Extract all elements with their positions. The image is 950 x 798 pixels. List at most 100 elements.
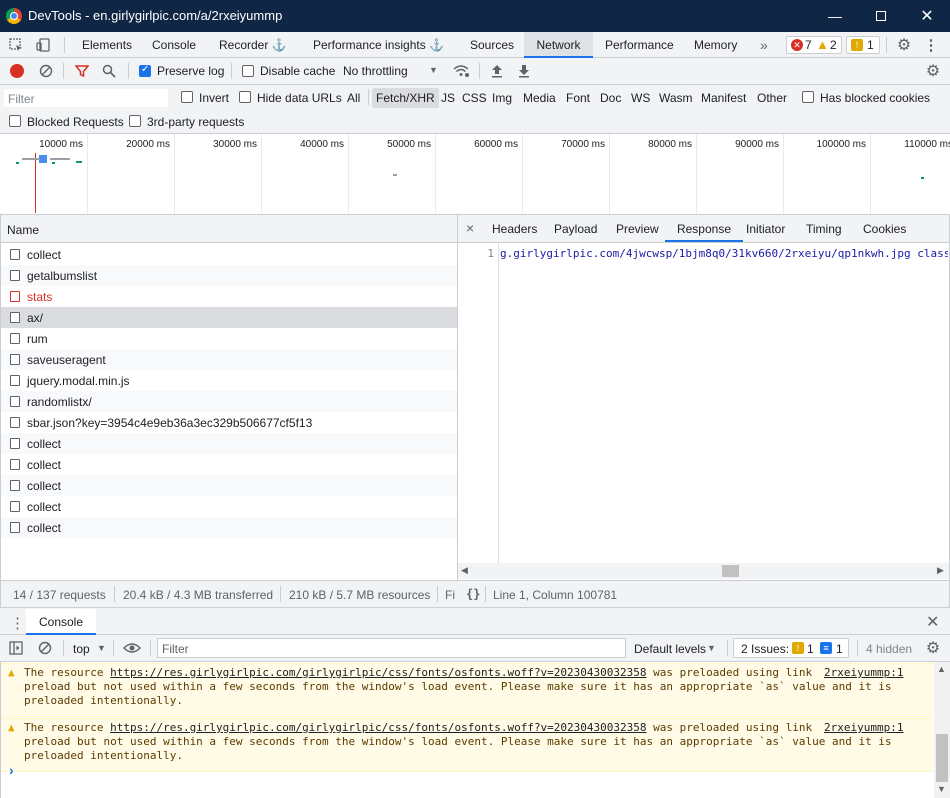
request-row[interactable]: collect bbox=[1, 475, 457, 496]
type-filter-fetch-xhr[interactable]: Fetch/XHR bbox=[372, 88, 439, 108]
tab-console[interactable]: Console bbox=[142, 32, 206, 58]
request-row[interactable]: stats bbox=[1, 286, 457, 307]
chevron-down-icon[interactable]: ▼ bbox=[429, 65, 438, 75]
scrollbar-thumb[interactable] bbox=[722, 565, 739, 577]
close-drawer-icon[interactable]: ✕ bbox=[926, 612, 939, 632]
maximize-icon[interactable] bbox=[858, 0, 904, 32]
request-row[interactable]: collect bbox=[1, 244, 457, 265]
request-row[interactable]: rum bbox=[1, 328, 457, 349]
request-row[interactable]: collect bbox=[1, 433, 457, 454]
context-select[interactable]: top bbox=[73, 642, 90, 656]
timeline-overview[interactable]: 10000 ms 20000 ms 30000 ms 40000 ms 50000 ms… bbox=[0, 134, 950, 215]
scroll-left-arrow-icon[interactable]: ◀ bbox=[461, 565, 468, 576]
scroll-down-arrow-icon[interactable]: ▼ bbox=[937, 784, 946, 794]
network-settings-gear-icon[interactable]: ⚙ bbox=[924, 62, 942, 80]
message-source-link[interactable]: 2rxeiyummp:1 bbox=[824, 721, 903, 734]
request-row[interactable]: collect bbox=[1, 454, 457, 475]
filter-input[interactable]: Filter bbox=[3, 88, 169, 108]
invert-checkbox[interactable] bbox=[181, 91, 193, 103]
request-row[interactable]: collect bbox=[1, 496, 457, 517]
more-options-icon[interactable]: ⋮ bbox=[922, 36, 940, 54]
type-filter-media[interactable]: Media bbox=[523, 91, 556, 105]
tab-performance[interactable]: Performance bbox=[595, 32, 684, 58]
preserve-log-checkbox[interactable] bbox=[139, 64, 151, 77]
type-filter-ws[interactable]: WS bbox=[631, 91, 650, 105]
settings-gear-icon[interactable]: ⚙ bbox=[895, 36, 913, 54]
response-body-text[interactable]: g.girlygirlpic.com/4jwcwsp/1bjm8q0/31kv6… bbox=[500, 247, 948, 260]
console-prompt-icon[interactable]: › bbox=[9, 762, 14, 778]
request-list-header[interactable]: Name bbox=[1, 215, 457, 243]
issues-counter[interactable]: ! 1 bbox=[846, 36, 880, 54]
throttling-select[interactable]: No throttling bbox=[343, 64, 408, 78]
resource-link[interactable]: https://res.girlygirlpic.com/girlygirlpi… bbox=[110, 721, 646, 734]
minimize-icon[interactable]: — bbox=[812, 0, 858, 32]
filter-funnel-icon[interactable] bbox=[74, 63, 90, 79]
import-har-upload-icon[interactable] bbox=[489, 63, 505, 79]
type-filter-js[interactable]: JS bbox=[441, 91, 455, 105]
request-row[interactable]: jquery.modal.min.js bbox=[1, 370, 457, 391]
search-icon[interactable] bbox=[101, 63, 117, 79]
clear-icon[interactable] bbox=[38, 63, 54, 79]
disable-cache-checkbox[interactable] bbox=[242, 65, 254, 77]
close-window-icon[interactable]: ✕ bbox=[904, 0, 950, 32]
request-row[interactable]: randomlistx/ bbox=[1, 391, 457, 412]
tab-cookies[interactable]: Cookies bbox=[853, 216, 916, 242]
scroll-right-arrow-icon[interactable]: ▶ bbox=[937, 565, 944, 576]
resource-link[interactable]: https://res.girlygirlpic.com/girlygirlpi… bbox=[110, 666, 646, 679]
type-filter-wasm[interactable]: Wasm bbox=[659, 91, 693, 105]
console-vertical-scrollbar[interactable]: ▲ ▼ bbox=[934, 662, 950, 798]
tab-memory[interactable]: Memory bbox=[684, 32, 747, 58]
scrollbar-thumb[interactable] bbox=[936, 734, 948, 782]
live-expression-eye-icon[interactable] bbox=[122, 640, 142, 656]
chevron-down-icon[interactable]: ▼ bbox=[97, 643, 106, 653]
message-source-link[interactable]: 2rxeiyummp:1 bbox=[824, 666, 903, 679]
type-filter-img[interactable]: Img bbox=[492, 91, 512, 105]
sidebar-toggle-icon[interactable] bbox=[8, 640, 24, 656]
tab-sources[interactable]: Sources bbox=[460, 32, 524, 58]
type-filter-all[interactable]: All bbox=[347, 91, 360, 105]
type-filter-other[interactable]: Other bbox=[757, 91, 787, 105]
tab-elements[interactable]: Elements bbox=[72, 32, 142, 58]
console-warning-message[interactable]: ▲ The resource https://res.girlygirlpic.… bbox=[1, 663, 933, 717]
console-settings-gear-icon[interactable]: ⚙ bbox=[924, 639, 942, 657]
tab-network[interactable]: Network bbox=[524, 32, 593, 58]
third-party-requests-checkbox[interactable] bbox=[129, 115, 141, 127]
tab-response[interactable]: Response bbox=[665, 216, 743, 242]
export-har-download-icon[interactable] bbox=[516, 63, 532, 79]
request-row[interactable]: saveuseragent bbox=[1, 349, 457, 370]
request-row[interactable]: collect bbox=[1, 517, 457, 538]
tab-headers[interactable]: Headers bbox=[482, 216, 547, 242]
close-detail-icon[interactable]: × bbox=[466, 220, 474, 236]
blocked-requests-checkbox[interactable] bbox=[9, 115, 21, 127]
more-tabs-button[interactable]: » bbox=[758, 32, 770, 58]
console-issues-button[interactable]: 2 Issues: ! 1 ≡ 1 bbox=[733, 638, 849, 658]
type-filter-font[interactable]: Font bbox=[566, 91, 590, 105]
console-warning-message[interactable]: ▲ The resource https://res.girlygirlpic.… bbox=[1, 718, 933, 772]
drawer-tab-console[interactable]: Console bbox=[26, 609, 96, 635]
console-filter-input[interactable]: Filter bbox=[157, 638, 626, 658]
type-filter-doc[interactable]: Doc bbox=[600, 91, 621, 105]
tab-initiator[interactable]: Initiator bbox=[736, 216, 795, 242]
tab-performance-insights[interactable]: Performance insights ⚓ bbox=[303, 32, 454, 58]
pretty-print-braces-icon[interactable]: {} bbox=[466, 587, 480, 601]
device-toolbar-icon[interactable] bbox=[35, 37, 51, 53]
hide-data-urls-checkbox[interactable] bbox=[239, 91, 251, 103]
tab-preview[interactable]: Preview bbox=[606, 216, 669, 242]
log-levels-select[interactable]: Default levels bbox=[634, 642, 706, 656]
horizontal-scrollbar[interactable]: ◀ ▶ bbox=[458, 563, 949, 579]
scroll-up-arrow-icon[interactable]: ▲ bbox=[937, 664, 946, 674]
has-blocked-cookies-checkbox[interactable] bbox=[802, 91, 814, 103]
request-row[interactable]: ax/ bbox=[1, 307, 457, 328]
inspect-element-icon[interactable] bbox=[8, 37, 24, 53]
request-row[interactable]: sbar.json?key=3954c4e9eb36a3ec329b506677… bbox=[1, 412, 457, 433]
request-row[interactable]: getalbumslist bbox=[1, 265, 457, 286]
tab-recorder[interactable]: Recorder ⚓ bbox=[209, 32, 297, 58]
record-icon[interactable] bbox=[10, 64, 24, 78]
clear-console-icon[interactable] bbox=[37, 640, 53, 656]
error-warning-counter[interactable]: ✕ 7 ▲ 2 bbox=[786, 36, 842, 54]
chevron-down-icon[interactable]: ▼ bbox=[707, 643, 716, 653]
type-filter-css[interactable]: CSS bbox=[462, 91, 487, 105]
drawer-menu-icon[interactable]: ⋮ bbox=[10, 614, 25, 632]
tab-payload[interactable]: Payload bbox=[544, 216, 607, 242]
type-filter-manifest[interactable]: Manifest bbox=[701, 91, 746, 105]
